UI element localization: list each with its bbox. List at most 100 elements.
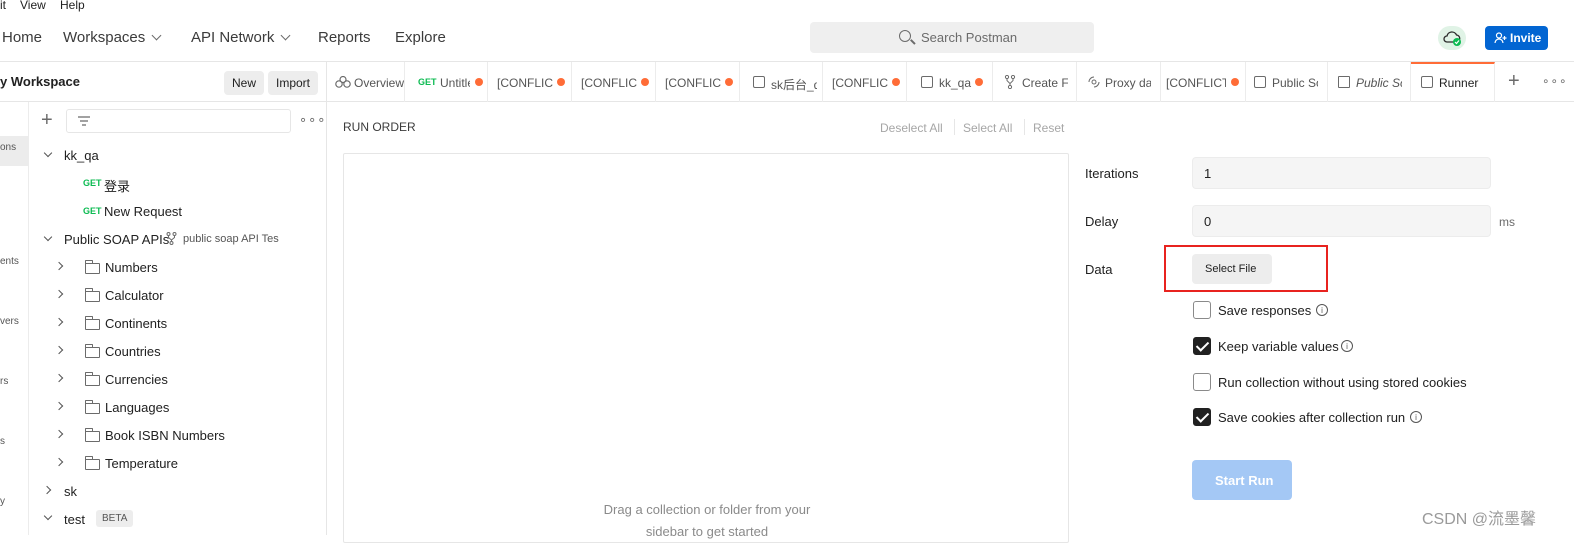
unsaved-dot-icon <box>892 78 900 86</box>
invite-button[interactable]: Invite <box>1485 26 1548 50</box>
unsaved-dot-icon <box>975 78 983 86</box>
expand-icon[interactable] <box>54 373 64 383</box>
folder-icon <box>84 316 100 330</box>
delay-input[interactable]: 0 <box>1192 205 1491 237</box>
menu-help[interactable]: Help <box>60 0 85 12</box>
nav-reports[interactable]: Reports <box>318 29 371 46</box>
menu-edit[interactable]: it <box>0 0 6 12</box>
tab-label: Create F <box>1022 76 1068 90</box>
rail-item-history[interactable]: y <box>0 496 5 507</box>
run-order-dropzone[interactable]: Drag a collection or folder from your si… <box>343 153 1069 543</box>
run-order-heading: RUN ORDER <box>343 120 416 134</box>
folder-icon <box>84 344 100 358</box>
new-button[interactable]: New <box>224 71 265 95</box>
start-run-label: Start Run <box>1215 473 1274 488</box>
folder-item[interactable]: Book ISBN Numbers <box>105 428 225 443</box>
sidebar: y Workspace New Import ons ents vers rs … <box>0 62 327 535</box>
invite-label: Invite <box>1510 31 1542 45</box>
collection-test[interactable]: test <box>64 512 85 527</box>
more-options-icon[interactable]: ∘∘∘ <box>299 112 326 128</box>
tab-runner[interactable]: Runner <box>1411 62 1495 102</box>
rail-item-flows[interactable]: s <box>0 436 5 447</box>
folder-item[interactable]: Countries <box>105 344 161 359</box>
deselect-all-button[interactable]: Deselect All <box>880 121 943 135</box>
folder-item[interactable]: Temperature <box>105 456 178 471</box>
folder-item[interactable]: Calculator <box>105 288 164 303</box>
info-icon[interactable]: i <box>1410 411 1422 423</box>
collapse-icon[interactable] <box>43 148 53 158</box>
workspace-title[interactable]: y Workspace <box>0 74 80 89</box>
tab-conflict-1[interactable]: [CONFLICT <box>488 62 572 102</box>
nav-explore[interactable]: Explore <box>395 29 446 46</box>
overview-icon <box>335 76 351 88</box>
add-icon[interactable]: + <box>41 110 53 130</box>
menu-view[interactable]: View <box>20 0 46 12</box>
folder-item[interactable]: Continents <box>105 316 167 331</box>
expand-icon[interactable] <box>54 457 64 467</box>
folder-item[interactable]: Languages <box>105 400 169 415</box>
search-input[interactable]: Search Postman <box>810 22 1094 53</box>
rail-item-environments[interactable]: ents <box>0 256 19 267</box>
no-stored-cookies-checkbox[interactable] <box>1193 373 1211 391</box>
sync-status-button[interactable] <box>1438 26 1466 50</box>
start-run-button[interactable]: Start Run <box>1192 460 1292 500</box>
runner-icon <box>1254 76 1266 88</box>
watermark: CSDN @流墨馨 <box>1422 511 1537 528</box>
reset-button[interactable]: Reset <box>1033 121 1064 135</box>
new-tab-icon[interactable]: + <box>1508 70 1520 93</box>
nav-api-network[interactable]: API Network <box>191 29 291 46</box>
keep-variable-values-label: Keep variable values <box>1218 339 1339 354</box>
top-nav: Home Workspaces API Network Reports Expl… <box>0 14 1574 62</box>
drop-hint-line-2: sidebar to get started <box>645 524 769 539</box>
rail-item-collections[interactable]: ons <box>0 136 28 166</box>
nav-workspaces[interactable]: Workspaces <box>63 29 162 46</box>
folder-item[interactable]: Numbers <box>105 260 158 275</box>
more-tabs-icon[interactable]: ∘∘∘ <box>1542 74 1568 88</box>
expand-icon[interactable] <box>54 345 64 355</box>
collection-kk-qa[interactable]: kk_qa <box>64 148 99 163</box>
tab-proxy-debugger[interactable]: Proxy da <box>1077 62 1161 102</box>
tab-sk-backend[interactable]: sk后台_q <box>740 62 823 102</box>
iterations-input[interactable]: 1 <box>1192 157 1491 189</box>
nav-api-network-label: API Network <box>191 29 275 46</box>
tab-conflict-4[interactable]: [CONFLICT <box>823 62 907 102</box>
tab-conflict-5[interactable]: [CONFLICT <box>1161 62 1246 102</box>
tab-overview[interactable]: Overview <box>327 62 405 102</box>
expand-icon[interactable] <box>54 401 64 411</box>
request-item-login[interactable]: 登录 <box>104 176 130 195</box>
collapse-icon[interactable] <box>43 511 53 521</box>
expand-icon[interactable] <box>54 429 64 439</box>
select-all-button[interactable]: Select All <box>963 121 1012 135</box>
add-user-icon <box>1494 32 1507 44</box>
tab-label: [CONFLICT <box>665 76 721 90</box>
tab-kk-qa[interactable]: kk_qa <box>907 62 993 102</box>
collection-public-soap-apis[interactable]: Public SOAP APIs <box>64 232 169 247</box>
expand-icon[interactable] <box>54 317 64 327</box>
expand-icon[interactable] <box>42 485 52 495</box>
expand-icon[interactable] <box>54 261 64 271</box>
tab-public-soap-runner[interactable]: Public So <box>1246 62 1328 102</box>
collection-icon <box>753 76 765 88</box>
search-placeholder: Search Postman <box>921 30 1018 45</box>
info-icon[interactable]: i <box>1341 340 1353 352</box>
tab-create-fork[interactable]: Create F <box>993 62 1077 102</box>
folder-item[interactable]: Currencies <box>105 372 168 387</box>
tab-public-soap-doc[interactable]: Public So <box>1328 62 1411 102</box>
runner-icon <box>1421 76 1433 88</box>
keep-variable-values-checkbox[interactable] <box>1193 337 1211 355</box>
request-item-new-request[interactable]: New Request <box>104 204 182 219</box>
nav-home[interactable]: Home <box>2 29 42 46</box>
info-icon[interactable]: i <box>1316 304 1328 316</box>
save-cookies-checkbox[interactable] <box>1193 408 1211 426</box>
rail-item-mock-servers[interactable]: vers <box>0 316 19 327</box>
tab-untitled-request[interactable]: GET Untitle <box>405 62 488 102</box>
expand-icon[interactable] <box>54 289 64 299</box>
filter-input[interactable] <box>66 109 291 133</box>
tab-conflict-2[interactable]: [CONFLICT <box>572 62 656 102</box>
collection-sk[interactable]: sk <box>64 484 77 499</box>
import-button[interactable]: Import <box>268 71 319 95</box>
collapse-icon[interactable] <box>43 232 53 242</box>
tab-conflict-3[interactable]: [CONFLICT <box>656 62 740 102</box>
save-responses-checkbox[interactable] <box>1193 301 1211 319</box>
rail-item-monitors[interactable]: rs <box>0 376 8 387</box>
